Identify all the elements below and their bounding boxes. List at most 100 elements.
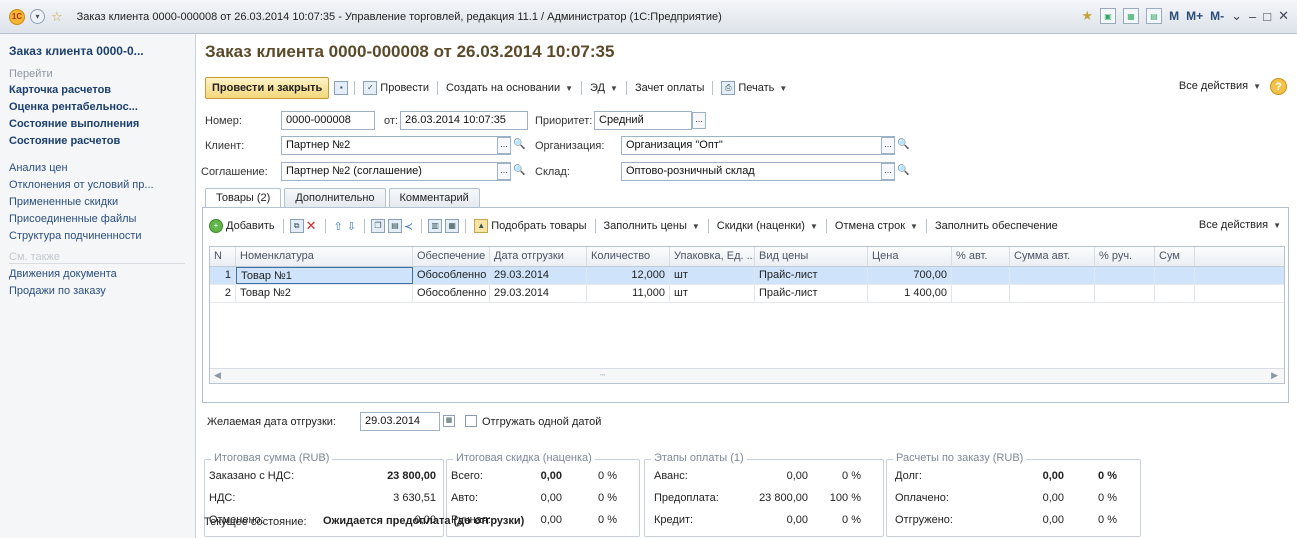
discounts-button[interactable]: Скидки (наценки) ▼ bbox=[717, 220, 818, 232]
all-actions-button[interactable]: Все действия ▼ bbox=[1179, 80, 1261, 92]
client-pick-button[interactable]: ... bbox=[497, 137, 511, 154]
cell-price-type[interactable]: Прайс-лист bbox=[755, 285, 868, 302]
delete-row-icon[interactable]: ✕ bbox=[306, 218, 317, 234]
ed-button[interactable]: ЭД ▼ bbox=[590, 82, 618, 94]
cell-package[interactable]: шт bbox=[670, 267, 755, 284]
table-row[interactable]: 1 Товар №1 Обособленно 29.03.2014 12,000… bbox=[210, 267, 1284, 285]
scroll-thumb-grip-icon[interactable]: ┅ bbox=[600, 370, 605, 381]
cell-auto-sum[interactable] bbox=[1010, 285, 1095, 302]
warehouse-pick-button[interactable]: ... bbox=[881, 163, 895, 180]
move-down-icon[interactable]: ⇩ bbox=[347, 220, 356, 233]
calendar-icon[interactable]: ▦ bbox=[443, 415, 455, 427]
calculator-icon[interactable]: ▦ bbox=[1123, 8, 1140, 24]
nav-link-settlement-state[interactable]: Состояние расчетов bbox=[9, 133, 185, 150]
one-date-checkbox[interactable] bbox=[465, 415, 477, 427]
move-up-icon[interactable]: ⇧ bbox=[334, 220, 343, 233]
agreement-search-icon[interactable]: 🔍 bbox=[513, 163, 525, 180]
app-logo-icon[interactable]: 1С bbox=[9, 8, 25, 25]
cell-price[interactable]: 700,00 bbox=[868, 267, 952, 284]
minimize-icon[interactable]: – bbox=[1249, 9, 1256, 24]
nav-link-applied-discounts[interactable]: Примененные скидки bbox=[9, 194, 185, 211]
dropdown-icon[interactable]: ⌄ bbox=[1231, 8, 1242, 24]
nav-link-settlement-card[interactable]: Карточка расчетов bbox=[9, 82, 185, 99]
maximize-icon[interactable]: □ bbox=[1263, 9, 1271, 24]
payment-stages-title[interactable]: Этапы оплаты (1) bbox=[651, 452, 747, 464]
cell-provision[interactable]: Обособленно bbox=[413, 267, 490, 284]
col-header-auto-sum[interactable]: Сумма авт. bbox=[1010, 247, 1095, 266]
cell-auto-sum[interactable] bbox=[1010, 267, 1095, 284]
client-search-icon[interactable]: 🔍 bbox=[513, 137, 525, 154]
cell-price-type[interactable]: Прайс-лист bbox=[755, 267, 868, 284]
client-field[interactable]: Партнер №2 bbox=[281, 136, 511, 155]
cell-nomenclature[interactable]: Товар №2 bbox=[236, 285, 413, 302]
col-header-auto-pct[interactable]: % авт. bbox=[952, 247, 1010, 266]
favorites-icon[interactable]: ★ bbox=[1081, 8, 1093, 24]
barcode-icon[interactable]: ▥ bbox=[428, 219, 443, 233]
priority-field[interactable]: Средний bbox=[594, 111, 692, 130]
col-header-manual-pct[interactable]: % руч. bbox=[1095, 247, 1155, 266]
memory-m-plus-button[interactable]: M+ bbox=[1186, 9, 1203, 23]
cell-manual-sum[interactable] bbox=[1155, 267, 1195, 284]
table-all-actions-button[interactable]: Все действия ▼ bbox=[1199, 219, 1281, 231]
col-header-price-type[interactable]: Вид цены bbox=[755, 247, 868, 266]
col-header-provision[interactable]: Обеспечение bbox=[413, 247, 490, 266]
organization-pick-button[interactable]: ... bbox=[881, 137, 895, 154]
menu-arrow-icon[interactable]: ▾ bbox=[30, 9, 45, 24]
cell-price[interactable]: 1 400,00 bbox=[868, 285, 952, 302]
horizontal-scrollbar[interactable]: ◀ ┅ ▶ bbox=[210, 368, 1284, 383]
copy-row-icon[interactable]: ⧉ bbox=[289, 219, 304, 233]
organization-search-icon[interactable]: 🔍 bbox=[897, 137, 909, 154]
warehouse-search-icon[interactable]: 🔍 bbox=[897, 163, 909, 180]
copy-icon[interactable]: ❐ bbox=[370, 219, 385, 233]
col-header-price[interactable]: Цена bbox=[868, 247, 952, 266]
cell-ship-date[interactable]: 29.03.2014 bbox=[490, 267, 587, 284]
scroll-left-icon[interactable]: ◀ bbox=[214, 370, 221, 381]
scroll-right-icon[interactable]: ▶ bbox=[1271, 370, 1278, 381]
cell-quantity[interactable]: 12,000 bbox=[587, 267, 670, 284]
cell-nomenclature[interactable]: Товар №1 bbox=[236, 267, 413, 284]
nav-document-title[interactable]: Заказ клиента 0000-0... bbox=[9, 44, 195, 58]
help-icon[interactable]: ? bbox=[1270, 78, 1287, 95]
cell-manual-pct[interactable] bbox=[1095, 285, 1155, 302]
agreement-pick-button[interactable]: ... bbox=[497, 163, 511, 180]
cell-auto-pct[interactable] bbox=[952, 285, 1010, 302]
nav-link-deviations[interactable]: Отклонения от условий пр... bbox=[9, 177, 185, 194]
favorite-star-icon[interactable]: ☆ bbox=[51, 9, 63, 25]
cell-package[interactable]: шт bbox=[670, 285, 755, 302]
cell-manual-pct[interactable] bbox=[1095, 267, 1155, 284]
col-header-manual-sum[interactable]: Сум bbox=[1155, 247, 1195, 266]
paste-icon[interactable]: ▤ bbox=[387, 219, 402, 233]
memory-m-minus-button[interactable]: M- bbox=[1210, 9, 1224, 23]
tab-additional[interactable]: Дополнительно bbox=[284, 188, 386, 208]
desired-date-field[interactable]: 29.03.2014 bbox=[360, 412, 440, 431]
close-icon[interactable]: ✕ bbox=[1278, 8, 1289, 24]
nav-link-attached-files[interactable]: Присоединенные файлы bbox=[9, 211, 185, 228]
priority-pick-button[interactable]: ... bbox=[692, 112, 706, 129]
col-header-nomenclature[interactable]: Номенклатура bbox=[236, 247, 413, 266]
print-button[interactable]: ⎙ Печать ▼ bbox=[721, 81, 787, 95]
cell-auto-pct[interactable] bbox=[952, 267, 1010, 284]
col-header-n[interactable]: N bbox=[210, 247, 236, 266]
one-date-label[interactable]: Отгружать одной датой bbox=[482, 416, 601, 428]
tab-comment[interactable]: Комментарий bbox=[388, 188, 480, 208]
tab-goods[interactable]: Товары (2) bbox=[205, 188, 282, 209]
post-and-close-button[interactable]: Провести и закрыть bbox=[205, 77, 330, 99]
cell-ship-date[interactable]: 29.03.2014 bbox=[490, 285, 587, 302]
col-header-quantity[interactable]: Количество bbox=[587, 247, 670, 266]
save-icon[interactable]: ▪ bbox=[334, 81, 349, 95]
nav-link-structure[interactable]: Структура подчиненности bbox=[9, 228, 185, 245]
nav-link-document-movements[interactable]: Движения документа bbox=[9, 266, 185, 283]
fill-supply-button[interactable]: Заполнить обеспечение bbox=[935, 220, 1058, 232]
memory-m-button[interactable]: M bbox=[1169, 9, 1179, 23]
agreement-field[interactable]: Партнер №2 (соглашение) bbox=[281, 162, 511, 181]
split-icon[interactable]: ≺ bbox=[404, 220, 413, 233]
cancel-rows-button[interactable]: Отмена строк ▼ bbox=[835, 220, 918, 232]
history-icon[interactable]: ▣ bbox=[1100, 8, 1117, 24]
col-header-ship-date[interactable]: Дата отгрузки bbox=[490, 247, 587, 266]
pick-goods-button[interactable]: ▲ Подобрать товары bbox=[474, 219, 587, 233]
cell-quantity[interactable]: 11,000 bbox=[587, 285, 670, 302]
table-settings-icon[interactable]: ▦ bbox=[445, 219, 460, 233]
number-field[interactable]: 0000-000008 bbox=[281, 111, 375, 130]
col-header-package[interactable]: Упаковка, Ед. ... bbox=[670, 247, 755, 266]
nav-link-execution-state[interactable]: Состояние выполнения bbox=[9, 116, 185, 133]
